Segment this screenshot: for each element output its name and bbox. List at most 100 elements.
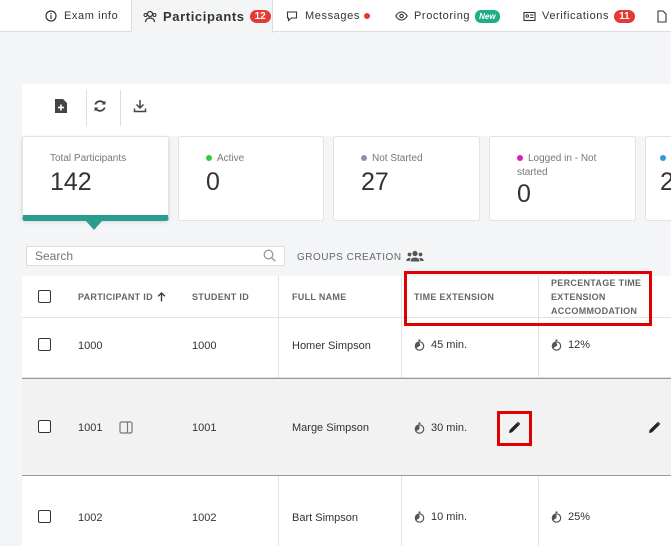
download-button[interactable]	[128, 96, 152, 120]
percentage-time-extension-header[interactable]: PERCENTAGE TIME EXTENSION ACCOMMODATION	[551, 276, 641, 318]
header-label: ACCOMMODATION	[551, 306, 638, 316]
student-id-cell: 1001	[192, 422, 217, 434]
tab-exam-info[interactable]: Exam info	[44, 0, 118, 32]
unread-dot	[363, 13, 370, 19]
percentage-value: 25%	[568, 511, 591, 523]
student-id-cell: 1002	[192, 512, 217, 524]
time-extension-cell: 10 min.	[414, 511, 467, 523]
tab-verifications[interactable]: Verifications 11	[522, 0, 635, 32]
stat-cards: Total Participants 142 Active 0 Not Star…	[0, 136, 671, 236]
participant-id-cell: 1001	[78, 422, 103, 434]
pencil-icon	[648, 421, 661, 439]
tab-bar: Exam info Participants 12 Messages Proct…	[0, 0, 671, 33]
toolbar-divider	[86, 90, 87, 126]
tab-messages[interactable]: Messages	[285, 0, 370, 32]
tab-label: Participants	[163, 9, 245, 24]
student-id-cell: 1000	[192, 340, 217, 352]
id-card-icon	[522, 9, 536, 23]
stopwatch-icon	[551, 511, 562, 523]
table-row[interactable]: 1002 1002 Bart Simpson 10 min. 25%	[22, 476, 671, 546]
table-row[interactable]: 1001 1001 Marge Simpson 30 min.	[22, 378, 671, 476]
time-extension-header[interactable]: TIME EXTENSION	[414, 290, 494, 304]
stat-card-partial[interactable]: 2	[645, 136, 671, 221]
toolbar-divider	[120, 90, 121, 126]
table-row[interactable]: 1000 1000 Homer Simpson 45 min. 12%	[22, 318, 671, 378]
percentage-value: 12%	[568, 339, 591, 351]
verifications-badge: 11	[614, 9, 635, 23]
add-file-icon	[54, 98, 68, 119]
side-panel-icon[interactable]	[119, 421, 133, 434]
stat-label: Active	[217, 153, 245, 164]
participants-table: PARTICIPANT ID STUDENT ID FULL NAME TIME…	[22, 276, 671, 546]
stat-label: Total Participants	[50, 153, 127, 164]
refresh-icon	[93, 99, 107, 118]
participant-id-cell: 1000	[78, 340, 103, 352]
header-label: PERCENTAGE TIME	[551, 278, 642, 288]
full-name-cell: Marge Simpson	[292, 422, 370, 434]
stat-value: 0	[517, 180, 531, 208]
status-dot	[517, 155, 523, 162]
refresh-button[interactable]	[88, 96, 112, 120]
new-badge: New	[475, 9, 500, 23]
tab-label: Verifications	[542, 10, 610, 22]
tab-label: Messages	[305, 10, 360, 22]
search-icon[interactable]	[263, 249, 276, 267]
groups-creation-label: GROUPS CREATION	[297, 252, 402, 263]
stat-card-active[interactable]: Active 0	[178, 136, 324, 221]
stat-card-not-started[interactable]: Not Started 27	[333, 136, 480, 221]
full-name-cell: Bart Simpson	[292, 512, 359, 524]
add-file-button[interactable]	[49, 96, 73, 120]
stat-value: 27	[361, 168, 389, 196]
time-extension-value: 45 min.	[431, 339, 468, 351]
table-toolbar	[22, 84, 671, 136]
status-dot	[206, 155, 212, 162]
stopwatch-icon	[414, 339, 425, 351]
group-icon	[405, 250, 424, 265]
stat-label: Logged in - Not	[528, 153, 597, 164]
status-dot	[660, 155, 666, 162]
participant-id-header[interactable]: PARTICIPANT ID	[78, 290, 166, 304]
stat-card-total[interactable]: Total Participants 142	[22, 136, 169, 221]
student-id-header[interactable]: STUDENT ID	[192, 290, 249, 304]
search-input[interactable]	[26, 246, 285, 266]
participant-id-cell: 1002	[78, 512, 103, 524]
tab-label: Exam info	[64, 10, 119, 22]
stat-value: 0	[206, 168, 220, 196]
pencil-icon	[508, 421, 521, 439]
time-extension-value: 10 min.	[431, 511, 468, 523]
full-name-cell: Homer Simpson	[292, 340, 371, 352]
row-checkbox[interactable]	[38, 338, 51, 351]
status-dot	[361, 155, 367, 162]
stat-label: started	[517, 167, 548, 178]
stat-value: 2	[660, 168, 671, 196]
tab-participants[interactable]: Participants 12	[131, 0, 273, 33]
stopwatch-icon	[414, 511, 425, 523]
edit-time-extension-button[interactable]	[508, 421, 521, 439]
groups-creation-button[interactable]: GROUPS CREATION	[297, 250, 424, 265]
message-icon	[285, 9, 299, 23]
tab-label: Proctoring	[414, 10, 471, 22]
stat-value: 142	[50, 168, 92, 196]
row-checkbox[interactable]	[38, 510, 51, 523]
time-extension-cell: 45 min.	[414, 339, 467, 351]
document-icon	[655, 9, 669, 23]
info-icon	[44, 9, 58, 23]
stopwatch-icon	[414, 422, 425, 434]
full-name-header[interactable]: FULL NAME	[292, 290, 347, 304]
selected-card-pointer	[86, 221, 102, 230]
table-header: PARTICIPANT ID STUDENT ID FULL NAME TIME…	[22, 276, 671, 318]
header-label: PARTICIPANT ID	[78, 292, 153, 302]
tab-more[interactable]	[655, 0, 671, 32]
participants-icon	[143, 10, 157, 24]
select-all-checkbox[interactable]	[38, 290, 51, 303]
download-icon	[133, 99, 147, 118]
edit-percentage-button[interactable]	[648, 421, 661, 439]
row-checkbox[interactable]	[38, 420, 51, 433]
stat-card-logged-in-not-started[interactable]: Logged in - Not started 0	[489, 136, 636, 221]
sort-up-icon[interactable]	[157, 292, 166, 302]
percentage-cell: 12%	[551, 339, 590, 351]
time-extension-cell: 30 min.	[414, 422, 467, 434]
eye-icon	[394, 9, 408, 23]
tab-proctoring[interactable]: Proctoring New	[394, 0, 500, 32]
time-extension-value: 30 min.	[431, 422, 468, 434]
